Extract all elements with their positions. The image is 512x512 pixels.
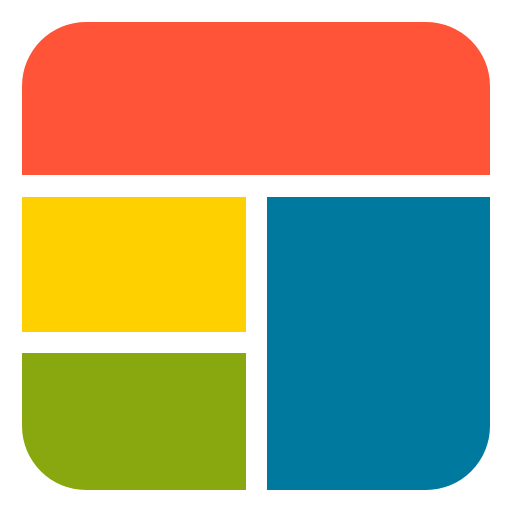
top-panel-tile	[22, 22, 490, 175]
left-top-panel-tile	[22, 197, 246, 332]
right-panel-tile	[267, 197, 490, 490]
collage-layout-icon	[22, 22, 490, 490]
left-bottom-panel-tile	[22, 353, 246, 490]
